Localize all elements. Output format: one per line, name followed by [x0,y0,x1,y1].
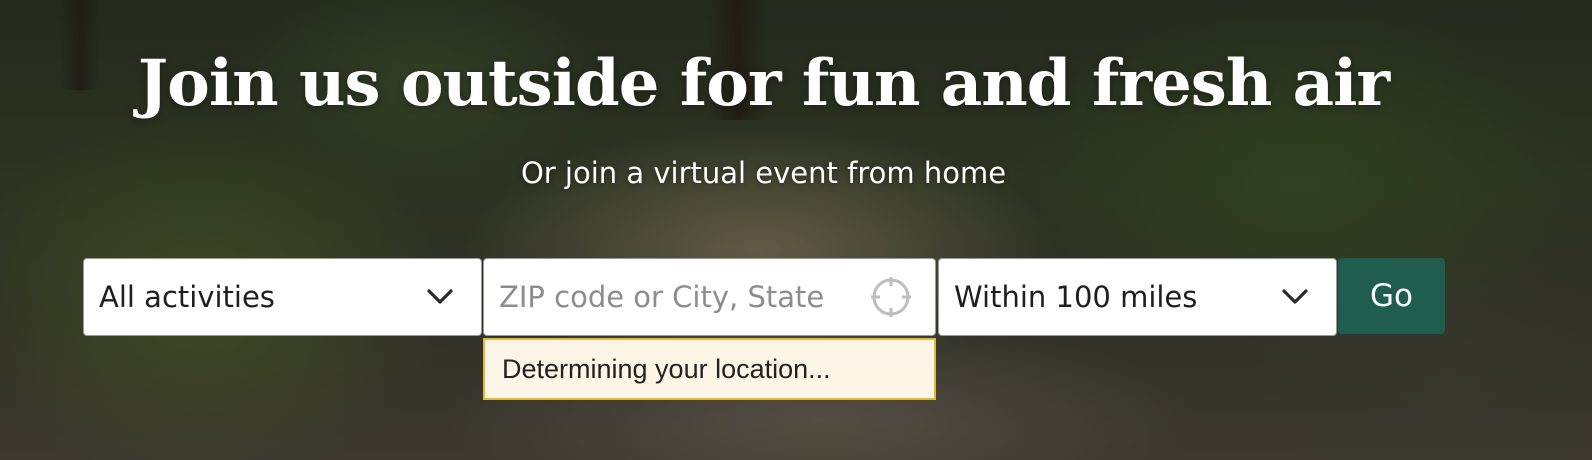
activity-select[interactable]: All activities [83,258,482,336]
locate-crosshair-icon[interactable] [869,275,913,319]
location-field[interactable] [483,258,936,336]
chevron-down-icon [417,277,463,317]
location-input[interactable] [484,258,869,336]
go-button[interactable]: Go [1338,258,1445,334]
chevron-down-icon [1272,277,1318,317]
distance-select-value: Within 100 miles [954,280,1198,314]
hero-banner: Join us outside for fun and fresh air Or… [0,0,1592,460]
activity-select-value: All activities [99,280,275,314]
page-title: Join us outside for fun and fresh air [137,46,1390,121]
location-status-message: Determining your location... [483,338,936,400]
page-subtitle: Or join a virtual event from home [520,156,1007,190]
distance-select[interactable]: Within 100 miles [938,258,1337,336]
